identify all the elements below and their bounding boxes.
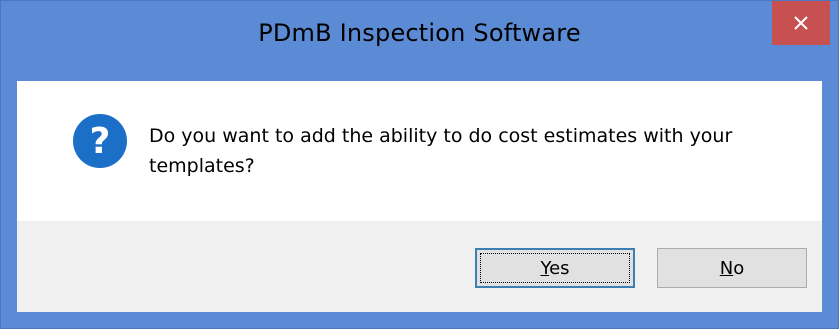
no-button[interactable]: No [657, 248, 807, 288]
dialog-content: ? Do you want to add the ability to do c… [17, 81, 822, 221]
yes-button[interactable]: Yes [475, 248, 635, 288]
svg-text:?: ? [90, 121, 111, 162]
question-icon: ? [73, 114, 127, 168]
button-bar: Yes No [17, 221, 822, 312]
close-icon [794, 16, 808, 30]
close-button[interactable] [772, 1, 830, 45]
window-title: PDmB Inspection Software [258, 19, 581, 47]
dialog-message: Do you want to add the ability to do cos… [149, 125, 733, 177]
title-bar[interactable]: PDmB Inspection Software [1, 1, 838, 81]
no-button-label: No [719, 257, 745, 279]
message-dialog: PDmB Inspection Software ? Do you want t… [0, 0, 839, 329]
yes-button-label: Yes [540, 257, 570, 279]
